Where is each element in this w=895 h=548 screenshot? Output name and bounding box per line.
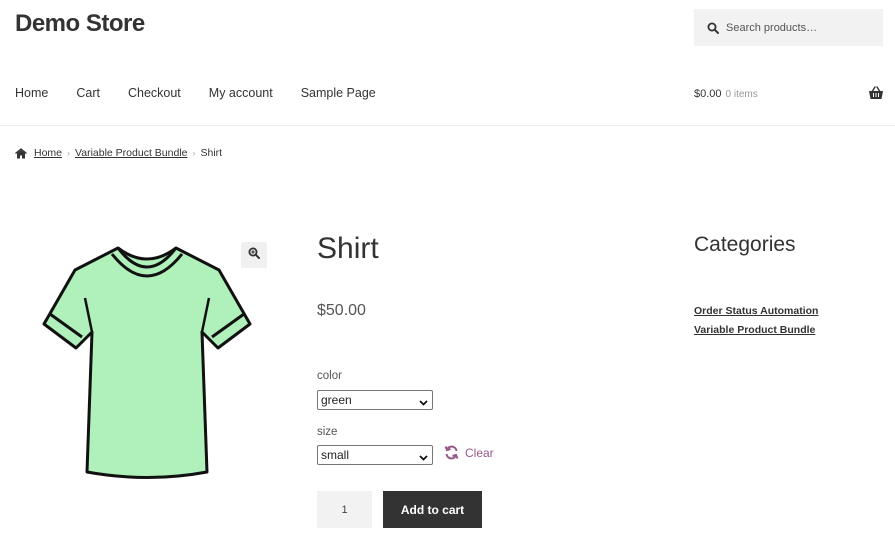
color-select[interactable]: green bbox=[317, 390, 433, 410]
clear-variations-link[interactable]: Clear bbox=[444, 445, 494, 460]
quantity-input[interactable]: 1 bbox=[317, 491, 372, 528]
add-to-cart-button[interactable]: Add to cart bbox=[383, 491, 482, 528]
category-link-variable-product-bundle[interactable]: Variable Product Bundle bbox=[694, 321, 818, 340]
product-price: $50.00 bbox=[317, 302, 366, 319]
size-select-value: small bbox=[321, 448, 350, 462]
breadcrumb-category[interactable]: Variable Product Bundle bbox=[75, 147, 187, 159]
cart-total: $0.00 bbox=[694, 88, 722, 100]
product-title: Shirt bbox=[317, 232, 379, 265]
primary-navigation: Home Cart Checkout My account Sample Pag… bbox=[15, 86, 404, 100]
header-divider bbox=[0, 125, 895, 126]
search-icon bbox=[707, 22, 719, 34]
nav-item-sample-page[interactable]: Sample Page bbox=[301, 86, 376, 100]
color-label: color bbox=[317, 370, 342, 382]
categories-heading: Categories bbox=[694, 233, 796, 256]
breadcrumb-separator: › bbox=[192, 148, 196, 158]
home-icon bbox=[15, 147, 27, 159]
clear-label: Clear bbox=[465, 445, 494, 460]
color-select-value: green bbox=[321, 393, 352, 407]
breadcrumb: Home › Variable Product Bundle › Shirt bbox=[15, 147, 222, 159]
breadcrumb-separator: › bbox=[67, 148, 71, 158]
breadcrumb-current: Shirt bbox=[200, 147, 223, 159]
size-select[interactable]: small bbox=[317, 445, 433, 465]
zoom-button[interactable] bbox=[241, 242, 267, 268]
basket-icon[interactable] bbox=[868, 86, 884, 100]
nav-item-checkout[interactable]: Checkout bbox=[128, 86, 181, 100]
chevron-down-icon bbox=[419, 451, 428, 461]
size-label: size bbox=[317, 426, 338, 438]
search-input[interactable] bbox=[726, 21, 876, 34]
cart-count: 0 items bbox=[725, 89, 758, 100]
nav-item-cart[interactable]: Cart bbox=[76, 86, 100, 100]
refresh-icon bbox=[444, 445, 459, 460]
breadcrumb-home[interactable]: Home bbox=[34, 147, 62, 159]
site-title[interactable]: Demo Store bbox=[15, 10, 145, 38]
nav-item-my-account[interactable]: My account bbox=[209, 86, 273, 100]
nav-item-home[interactable]: Home bbox=[15, 86, 48, 100]
chevron-down-icon bbox=[419, 396, 428, 406]
search-box[interactable] bbox=[694, 9, 883, 46]
category-link-order-status-automation[interactable]: Order Status Automation bbox=[694, 302, 818, 321]
zoom-icon bbox=[248, 246, 260, 264]
product-image[interactable] bbox=[40, 240, 255, 485]
categories-list: Order Status Automation Variable Product… bbox=[694, 302, 818, 340]
header-cart-link[interactable]: $0.00 0 items bbox=[694, 88, 758, 100]
